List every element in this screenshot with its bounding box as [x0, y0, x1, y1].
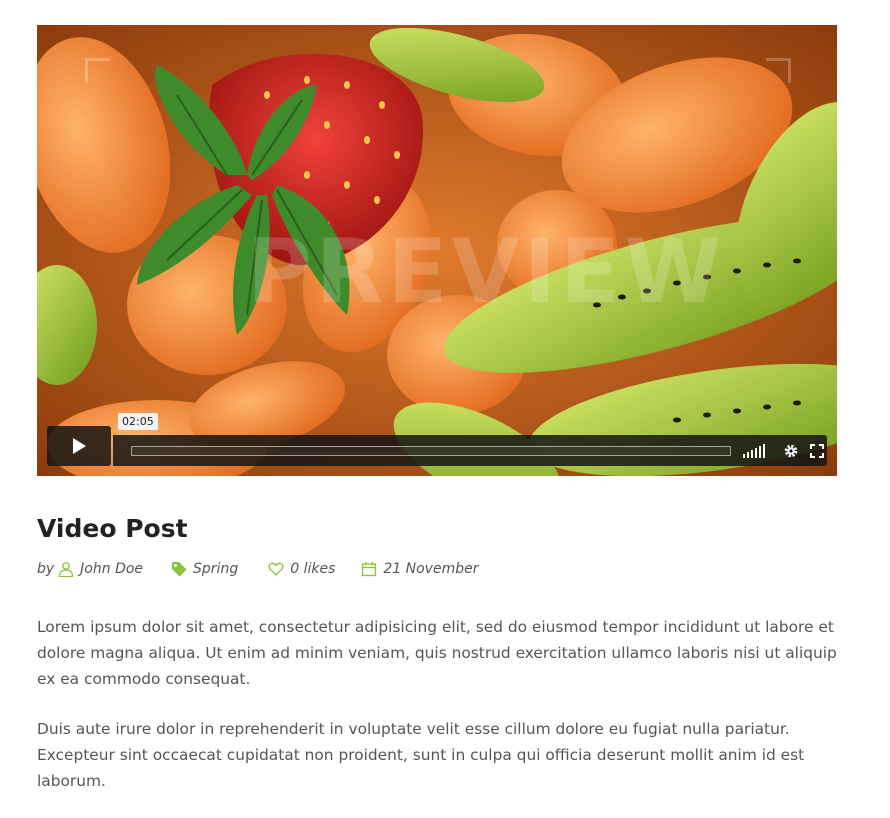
timestamp-tooltip: 02:05: [118, 413, 158, 430]
user-icon: [59, 562, 74, 577]
likes-count: 0 likes: [290, 561, 336, 577]
like-button[interactable]: 0 likes: [268, 561, 335, 577]
video-controls: 02:05: [47, 413, 827, 466]
date-link[interactable]: 21 November: [361, 561, 478, 577]
heart-icon: [268, 562, 284, 576]
calendar-icon: [362, 562, 377, 577]
author-name: John Doe: [80, 561, 144, 577]
by-label: by: [37, 561, 55, 577]
volume-icon[interactable]: [743, 443, 765, 458]
post-title: Video Post: [37, 514, 188, 543]
author-link[interactable]: John Doe: [58, 561, 143, 577]
progress-bar[interactable]: [131, 445, 731, 456]
paragraph: Duis aute irure dolor in reprehenderit i…: [37, 720, 805, 790]
tag-link[interactable]: Spring: [171, 561, 238, 577]
play-button[interactable]: [47, 426, 111, 466]
post-date: 21 November: [383, 561, 479, 577]
gear-icon: [784, 444, 798, 457]
paragraph: Lorem ipsum dolor sit amet, consectetur …: [37, 618, 837, 688]
control-bar: 02:05: [113, 413, 827, 466]
video-player[interactable]: PREVIEW 02:05: [37, 25, 837, 476]
preview-watermark: PREVIEW: [247, 220, 726, 323]
settings-button[interactable]: [783, 443, 799, 459]
tag-name: Spring: [193, 561, 239, 577]
watermark-corner: [766, 58, 791, 83]
post-meta: by John Doe Spring 0 likes 21 November: [37, 561, 478, 577]
tag-icon: [172, 562, 187, 577]
play-icon: [73, 438, 86, 454]
watermark-corner: [85, 58, 110, 83]
fullscreen-icon: [810, 443, 824, 458]
post-content: Lorem ipsum dolor sit amet, consectetur …: [37, 614, 837, 818]
fullscreen-button[interactable]: [809, 443, 825, 459]
